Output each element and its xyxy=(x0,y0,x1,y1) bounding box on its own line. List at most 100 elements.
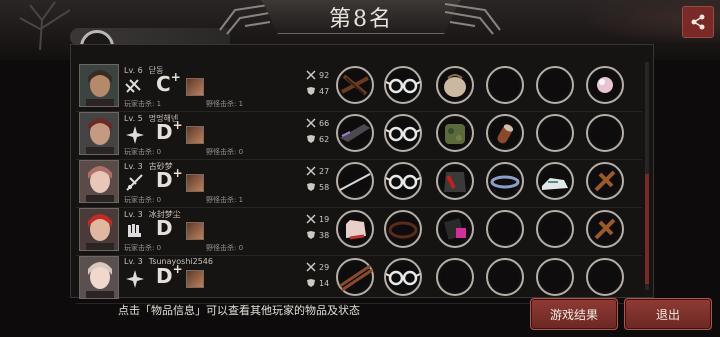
player-avatar[interactable] xyxy=(79,112,119,155)
item-slot[interactable] xyxy=(336,114,374,152)
player-level: Lv. 3 xyxy=(124,257,143,266)
grade-letter: C xyxy=(156,72,171,96)
pink-box-icon xyxy=(443,218,466,240)
shield-icon xyxy=(307,87,315,95)
grade-badge: C+ xyxy=(156,70,181,96)
rank-title-banner: 第8名 xyxy=(262,0,460,34)
item-slot[interactable] xyxy=(586,258,624,296)
grade-letter: D xyxy=(156,168,173,192)
item-slot[interactable] xyxy=(486,114,524,152)
grade-letter: D xyxy=(156,264,173,288)
player-level: Lv. 6 xyxy=(124,66,143,75)
item-slot[interactable] xyxy=(336,210,374,248)
monster-kills: 野怪击杀: 1 xyxy=(206,100,244,108)
scroll-thumb[interactable] xyxy=(645,174,649,284)
crossed-swords-icon xyxy=(306,262,316,272)
item-slot[interactable] xyxy=(384,210,422,248)
empty-icon xyxy=(484,64,526,106)
defense-stat: 62 xyxy=(306,134,329,144)
item-slot[interactable] xyxy=(486,210,524,248)
glove-icon xyxy=(346,220,366,240)
rank-title: 第8名 xyxy=(329,6,393,32)
camo-bag-icon xyxy=(445,124,465,144)
item-slot[interactable] xyxy=(436,162,474,200)
player-avatar[interactable] xyxy=(79,256,119,299)
item-slot[interactable] xyxy=(536,162,574,200)
right-ornament-icon xyxy=(445,3,501,35)
item-slot[interactable] xyxy=(536,114,574,152)
item-slot[interactable] xyxy=(384,162,422,200)
empty-icon xyxy=(584,112,626,154)
glasses-icon xyxy=(385,174,421,190)
player-avatar[interactable] xyxy=(79,208,119,251)
player-row[interactable]: Lv. 6 닫동 C+ 玩家击杀: 1 野怪击杀: 1 92 47 xyxy=(76,62,642,112)
avatar-portrait-icon xyxy=(86,262,114,298)
defense-stat: 38 xyxy=(306,230,329,240)
player-kills: 玩家击杀: 0 xyxy=(124,196,162,204)
ring-icon xyxy=(388,221,418,239)
empty-icon xyxy=(584,256,626,298)
player-avatar[interactable] xyxy=(79,64,119,107)
item-slot[interactable] xyxy=(586,114,624,152)
player-row[interactable]: Lv. 5 멍멍해넨 D+ 玩家击杀: 0 野怪击杀: 0 66 62 xyxy=(76,110,642,160)
empty-icon xyxy=(534,112,576,154)
crossbow-icon xyxy=(341,74,369,96)
list-scrollbar[interactable] xyxy=(645,62,649,290)
player-level: Lv. 5 xyxy=(124,114,143,123)
share-button[interactable] xyxy=(682,6,714,38)
item-slot[interactable] xyxy=(536,66,574,104)
item-slot[interactable] xyxy=(336,66,374,104)
shield-icon xyxy=(307,135,315,143)
attack-stat: 29 xyxy=(306,262,329,272)
item-slot[interactable] xyxy=(436,210,474,248)
player-avatar[interactable] xyxy=(79,160,119,203)
item-slot[interactable] xyxy=(384,258,422,296)
item-slot[interactable] xyxy=(486,258,524,296)
item-slot[interactable] xyxy=(536,210,574,248)
item-slot[interactable] xyxy=(486,162,524,200)
defense-value: 38 xyxy=(319,230,330,240)
glasses-icon xyxy=(385,126,421,142)
exit-button[interactable]: 退出 xyxy=(624,298,712,330)
attack-value: 66 xyxy=(319,118,330,128)
player-row[interactable]: Lv. 3 Tsunayoshi2546 D+ 29 14 xyxy=(76,254,642,304)
player-row[interactable]: Lv. 3 古砂梦 D+ 玩家击杀: 0 野怪击杀: 1 27 58 xyxy=(76,158,642,208)
player-level: Lv. 3 xyxy=(124,210,143,219)
grade-badge: D+ xyxy=(156,262,183,288)
sack-icon xyxy=(444,74,466,97)
item-slot[interactable] xyxy=(436,114,474,152)
class-icon xyxy=(126,126,144,144)
item-slot[interactable] xyxy=(384,114,422,152)
share-icon xyxy=(691,14,705,30)
shuriken-blade-icon xyxy=(340,124,370,142)
item-slot[interactable] xyxy=(384,66,422,104)
empty-icon xyxy=(534,256,576,298)
grade-plus: + xyxy=(172,166,183,180)
bullet-icon xyxy=(497,124,514,144)
empty-icon xyxy=(484,256,526,298)
crossed-swords-icon xyxy=(306,166,316,176)
item-slot[interactable] xyxy=(486,66,524,104)
avatar-portrait-icon xyxy=(86,70,114,106)
grade-badge: D+ xyxy=(156,166,183,192)
item-slot[interactable] xyxy=(336,162,374,200)
crossed-swords-icon xyxy=(306,118,316,128)
pet-icon xyxy=(186,126,204,144)
glasses-icon xyxy=(385,78,421,94)
grade-plus: + xyxy=(170,70,181,84)
grade-plus: + xyxy=(172,118,183,132)
empty-icon xyxy=(534,208,576,250)
item-slot[interactable] xyxy=(586,162,624,200)
item-slot[interactable] xyxy=(336,258,374,296)
player-row[interactable]: Lv. 3 冰封梦尘 D 玩家击杀: 0 野怪击杀: 0 19 38 xyxy=(76,206,642,256)
item-slot[interactable] xyxy=(436,66,474,104)
game-results-button[interactable]: 游戏结果 xyxy=(530,298,618,330)
attack-value: 29 xyxy=(319,262,330,272)
item-slot[interactable] xyxy=(536,258,574,296)
item-slot[interactable] xyxy=(586,66,624,104)
item-slot[interactable] xyxy=(436,258,474,296)
empty-icon xyxy=(484,208,526,250)
crossed-swords-icon xyxy=(306,70,316,80)
attack-stat: 19 xyxy=(306,214,329,224)
item-slot[interactable] xyxy=(586,210,624,248)
